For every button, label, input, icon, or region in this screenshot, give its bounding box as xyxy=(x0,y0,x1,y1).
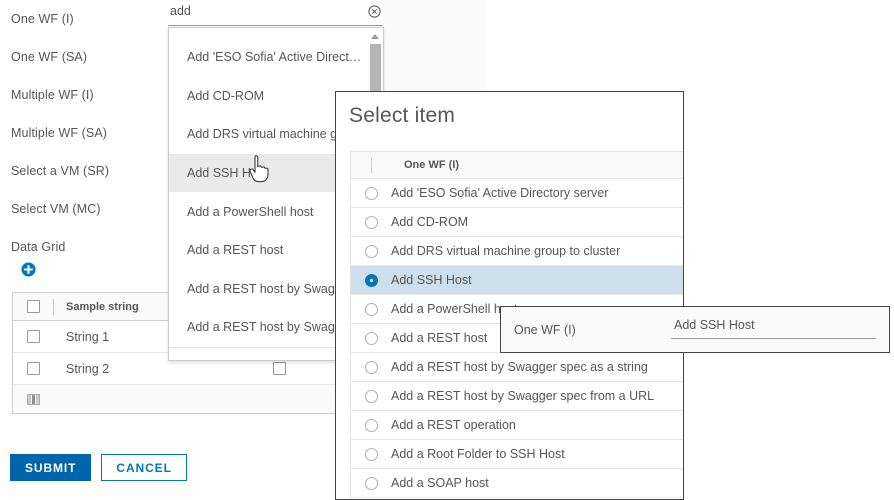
header-divider xyxy=(53,298,54,315)
radio-button[interactable] xyxy=(364,447,378,461)
field-label-data-grid: Data Grid xyxy=(11,240,66,254)
clear-circle-icon[interactable] xyxy=(368,5,381,18)
item-row[interactable]: Add 'ESO Sofia' Active Directory server xyxy=(351,179,683,208)
field-label-select-a-vm-sr: Select a VM (SR) xyxy=(11,164,110,178)
search-field-wrapper: add xyxy=(168,4,383,26)
field-label-one-wf-sa: One WF (SA) xyxy=(11,50,88,64)
radio-cell[interactable] xyxy=(351,447,391,461)
dialog-title: Select item xyxy=(349,104,456,127)
item-row[interactable]: Add DRS virtual machine group to cluster xyxy=(351,237,683,266)
item-row-selected[interactable]: Add SSH Host xyxy=(351,266,683,295)
radio-cell[interactable] xyxy=(351,331,391,345)
radio-cell[interactable] xyxy=(351,273,391,287)
cancel-button[interactable]: CANCEL xyxy=(101,454,187,481)
field-label-multiple-wf-i: Multiple WF (I) xyxy=(11,88,94,102)
radio-cell[interactable] xyxy=(351,418,391,432)
columns-icon[interactable] xyxy=(27,393,40,405)
radio-button[interactable] xyxy=(364,360,378,374)
radio-cell[interactable] xyxy=(351,476,391,490)
item-row[interactable]: Add a SOAP host xyxy=(351,469,683,498)
item-row[interactable]: Add a REST host by Swagger spec from a U… xyxy=(351,382,683,411)
radio-button[interactable] xyxy=(364,389,378,403)
radio-cell[interactable] xyxy=(351,215,391,229)
floating-panel-input[interactable]: Add SSH Host xyxy=(671,317,876,339)
item-label: Add a REST host by Swagger spec from a U… xyxy=(391,389,655,403)
radio-button[interactable] xyxy=(364,476,378,490)
radio-button[interactable] xyxy=(364,331,378,345)
select-item-dialog: Select item One WF (I) Add 'ESO Sofia' A… xyxy=(335,91,684,500)
cell-value: String 1 xyxy=(66,329,110,344)
column-header-one-wf-i: One WF (I) xyxy=(404,159,459,171)
radio-button-checked[interactable] xyxy=(364,273,378,287)
item-label: Add a REST operation xyxy=(391,418,516,432)
select-all-checkbox[interactable] xyxy=(27,300,40,313)
search-input[interactable]: add xyxy=(168,4,383,26)
radio-button[interactable] xyxy=(364,215,378,229)
item-label: Add CD-ROM xyxy=(391,215,469,229)
background-panel xyxy=(383,0,485,93)
radio-button[interactable] xyxy=(364,186,378,200)
item-label: Add a REST host xyxy=(391,331,488,345)
column-header-sample-string: Sample string xyxy=(66,300,139,313)
form-left-column: One WF (I) One WF (SA) Multiple WF (I) M… xyxy=(0,0,170,500)
row-secondary-checkbox[interactable] xyxy=(273,362,286,375)
field-label-multiple-wf-sa: Multiple WF (SA) xyxy=(11,126,108,140)
field-label-select-vm-mc: Select VM (MC) xyxy=(11,202,101,216)
search-input-value: add xyxy=(170,4,191,18)
radio-cell[interactable] xyxy=(351,360,391,374)
item-table-header: One WF (I) xyxy=(351,152,683,179)
cell-value: String 2 xyxy=(66,361,110,376)
item-label: Add a PowerShell host xyxy=(391,302,518,316)
item-row[interactable]: Add a Root Folder to SSH Host xyxy=(351,440,683,469)
submit-button[interactable]: SUBMIT xyxy=(10,454,92,481)
radio-button[interactable] xyxy=(364,302,378,316)
radio-cell[interactable] xyxy=(351,302,391,316)
field-label-one-wf-i: One WF (I) xyxy=(11,12,74,26)
item-label: Add SSH Host xyxy=(391,273,472,287)
floating-panel-label: One WF (I) xyxy=(514,323,576,337)
item-label: Add a REST host by Swagger spec as a str… xyxy=(391,360,648,374)
scrollbar-up-arrow-icon[interactable] xyxy=(371,34,379,39)
row-checkbox[interactable] xyxy=(27,362,40,375)
floating-panel-value: Add SSH Host xyxy=(674,318,755,332)
radio-button[interactable] xyxy=(364,418,378,432)
radio-cell[interactable] xyxy=(351,389,391,403)
floating-value-panel: One WF (I) Add SSH Host xyxy=(500,306,890,353)
radio-cell[interactable] xyxy=(351,186,391,200)
row-checkbox[interactable] xyxy=(27,330,40,343)
item-label: Add 'ESO Sofia' Active Directory server xyxy=(391,186,609,200)
item-row[interactable]: Add CD-ROM xyxy=(351,208,683,237)
item-row[interactable]: Add a REST host by Swagger spec as a str… xyxy=(351,353,683,382)
dropdown-item[interactable]: Add 'ESO Sofia' Active Direct… xyxy=(169,38,383,77)
radio-button[interactable] xyxy=(364,244,378,258)
radio-cell[interactable] xyxy=(351,244,391,258)
item-label: Add DRS virtual machine group to cluster xyxy=(391,244,621,258)
add-circle-icon[interactable] xyxy=(21,262,36,277)
item-label: Add a SOAP host xyxy=(391,476,489,490)
item-row[interactable]: Add a REST operation xyxy=(351,411,683,440)
item-label: Add a Root Folder to SSH Host xyxy=(391,447,565,461)
radio-column-header xyxy=(351,157,391,173)
form-actions: SUBMIT CANCEL xyxy=(10,454,187,481)
